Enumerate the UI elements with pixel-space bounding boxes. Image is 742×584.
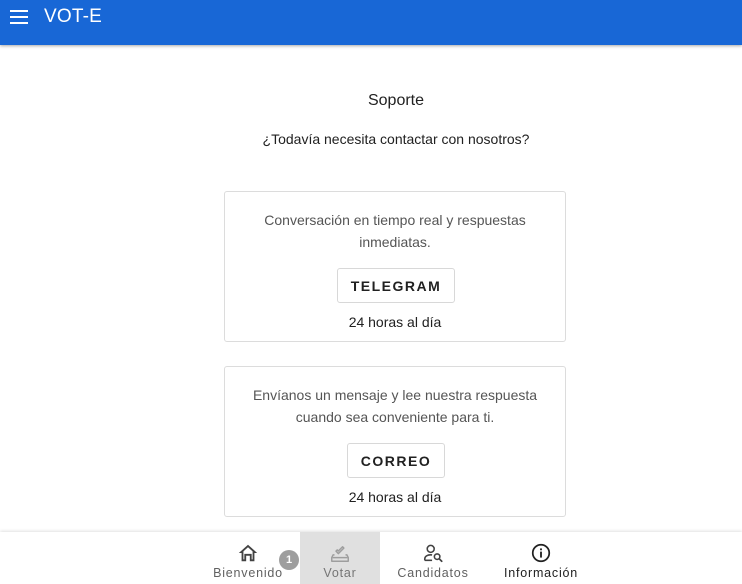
telegram-button[interactable]: TELEGRAM [337,268,455,303]
email-button[interactable]: CORREO [347,443,445,478]
telegram-card: Conversación en tiempo real y respuestas… [224,191,566,342]
nav-item-candidatos[interactable]: Candidatos [390,532,476,584]
home-icon [238,544,258,562]
menu-icon[interactable] [10,10,28,24]
page-title: Soporte [367,92,425,109]
notification-badge: 1 [279,550,299,570]
person-search-icon [423,544,443,563]
nav-label: Candidatos [397,566,469,580]
card-description: Conversación en tiempo real y respuestas… [264,212,526,250]
card-description: Envíanos un mensaje y lee nuestra respue… [252,387,538,425]
email-card: Envíanos un mensaje y lee nuestra respue… [224,366,566,517]
nav-label: Votar [323,566,357,580]
ballot-icon [331,546,349,562]
info-icon [531,543,551,563]
card-hours: 24 horas al día [348,314,442,330]
page-subtitle: ¿Todavía necesita contactar con nosotros… [262,131,530,147]
nav-item-votar[interactable]: Votar [300,532,380,584]
bottom-navigation: Bienvenido Votar Candidatos Información [0,532,742,584]
nav-label: Bienvenido [213,566,283,580]
nav-item-bienvenido[interactable]: Bienvenido [208,532,288,584]
app-bar: VOT-E [0,0,742,45]
nav-item-informacion[interactable]: Información [496,532,586,584]
app-title: VOT-E [44,6,103,27]
card-hours: 24 horas al día [348,489,442,505]
nav-label: Información [503,566,579,580]
